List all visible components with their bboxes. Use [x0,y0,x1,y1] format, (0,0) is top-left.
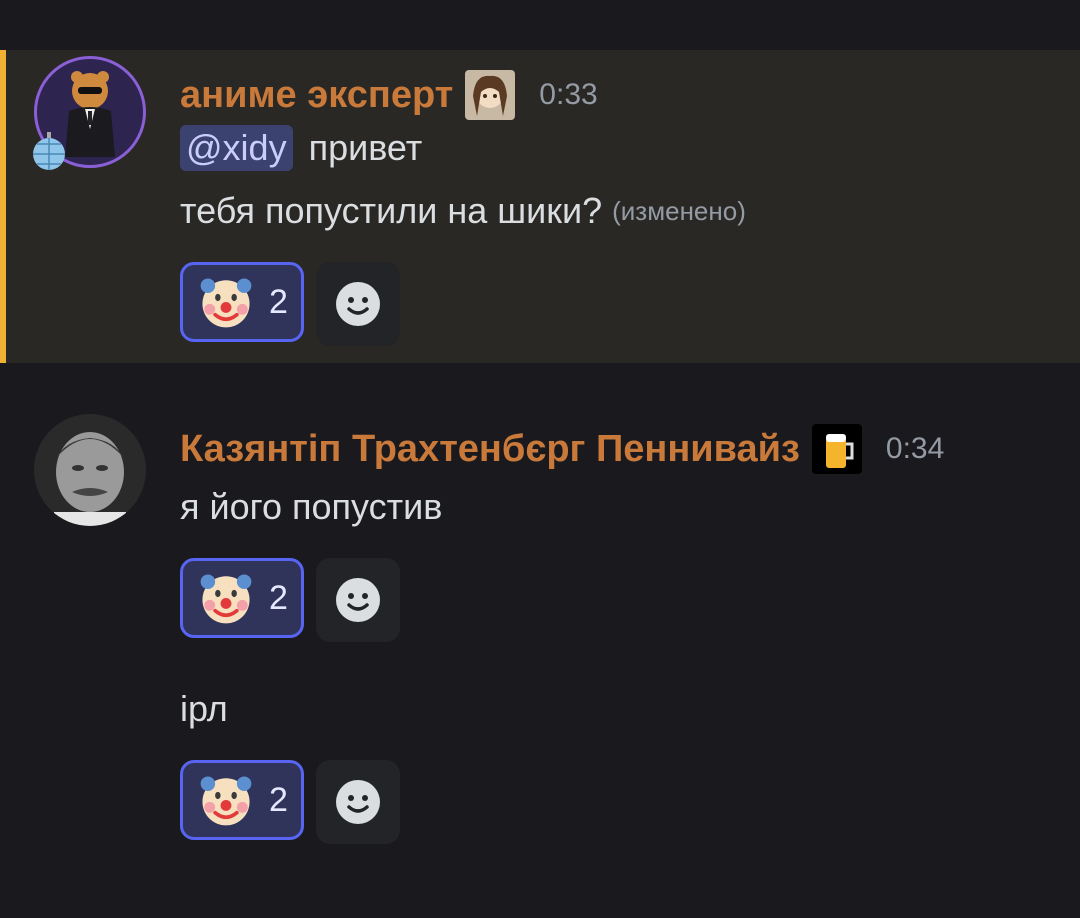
reaction-clown[interactable]: 2 [180,262,304,342]
anime-girl-role-icon [465,70,516,120]
clown-face-icon [197,273,255,331]
message-text: iрл [180,688,228,729]
user-mention[interactable]: @xidy [180,125,293,171]
add-reaction-button[interactable] [316,558,400,642]
avatar[interactable] [34,414,146,526]
timestamp: 0:33 [539,78,598,111]
add-reaction-button[interactable] [316,760,400,844]
message-highlighted: аниме эксперт 0:33 @xidy привет тебя поп… [0,50,1080,363]
message-line: @xidy привет [180,125,422,171]
message-text: я його попустив [180,486,443,527]
smile-icon [334,576,382,624]
reaction-clown[interactable]: 2 [180,558,304,638]
message-line: я його попустив [180,486,442,528]
reaction-count: 2 [269,578,288,617]
man-avatar-image [34,414,146,526]
message: Казянтiп Трахтенбєрг Пеннивайз 0:34 я йо… [0,414,1080,894]
message-line: тебя попустили на шики? (изменено) [180,190,746,232]
reactions-bar: 2 [180,558,400,642]
message-text: тебя попустили на шики? [180,190,603,231]
reactions-bar: 2 [180,262,400,346]
username[interactable]: аниме эксперт [180,74,453,117]
timestamp: 0:34 [885,432,945,465]
reaction-count: 2 [269,780,288,819]
reaction-clown[interactable]: 2 [180,760,304,840]
clown-face-icon [197,569,255,627]
smile-icon [334,778,382,826]
reaction-count: 2 [269,282,288,321]
disco-ball-icon [28,130,70,172]
add-reaction-button[interactable] [316,262,400,346]
message-line: iрл [180,688,228,730]
reactions-bar: 2 [180,760,400,844]
message-text: привет [308,127,423,168]
username[interactable]: Казянтiп Трахтенбєрг Пеннивайз [180,428,800,471]
edited-label: (изменено) [612,195,746,226]
smile-icon [334,280,382,328]
beer-mug-role-icon [811,424,862,474]
clown-face-icon [197,771,255,829]
